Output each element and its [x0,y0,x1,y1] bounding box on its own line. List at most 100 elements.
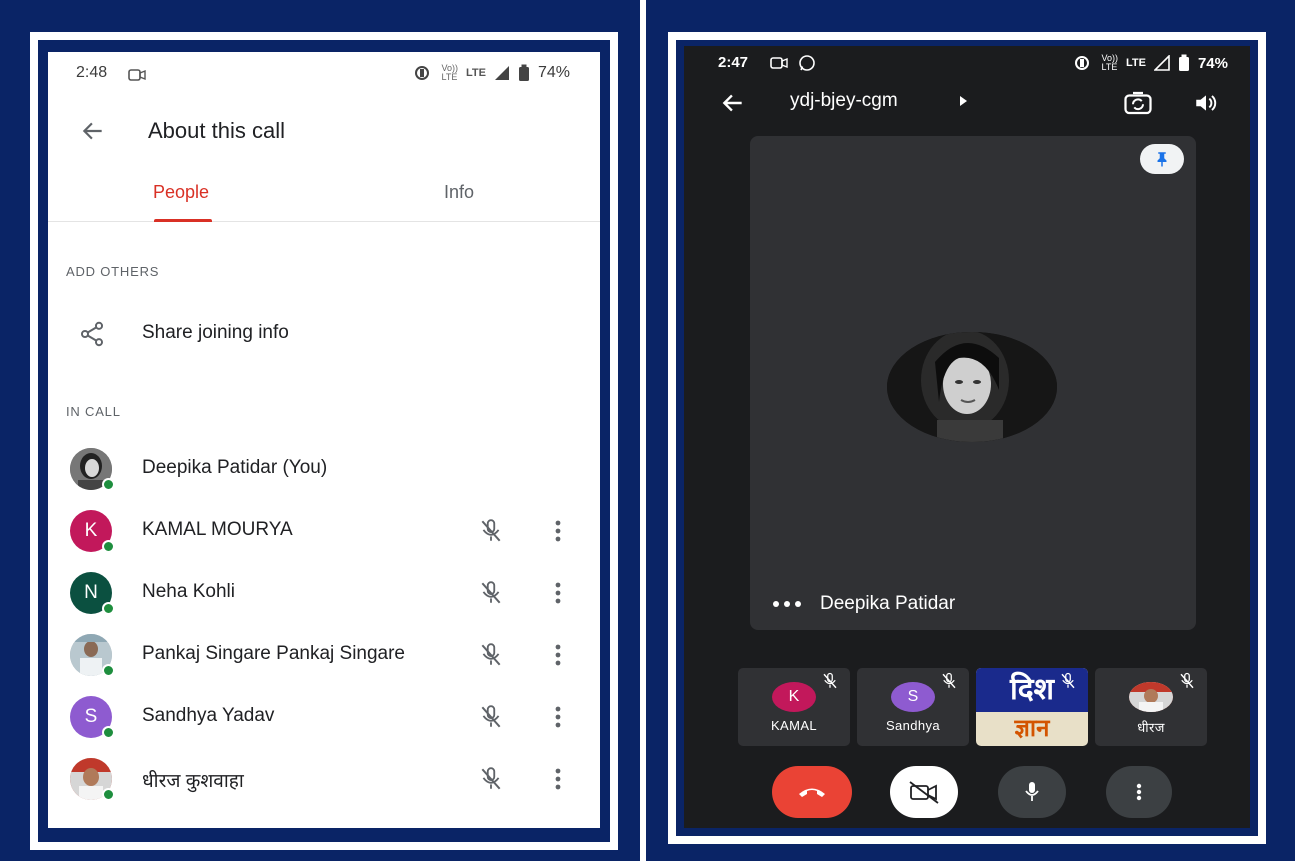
participant-tile-label: Sandhya [885,718,941,733]
add-others-heading: ADD OTHERS [66,264,160,279]
participant-tile[interactable]: S Sandhya [857,668,969,746]
signal-icon [494,66,509,80]
switch-camera-icon[interactable] [1122,88,1154,118]
participant-name: Neha Kohli [142,581,235,602]
avatar-initial: S [84,706,98,727]
more-vert-icon[interactable] [548,766,568,792]
mic-off-icon [481,581,501,604]
mic-off-icon [1180,672,1194,689]
back-arrow-icon[interactable] [80,118,106,144]
status-bar: 2:48 Vo)) LTE LTE 74% [48,52,600,96]
battery-percent: 74% [1197,54,1228,72]
mic-off-icon [481,705,501,728]
online-status-dot [102,478,115,491]
main-tile-name: Deepika Patidar [820,593,956,614]
participant-tile[interactable]: दिश ज्ञान [976,668,1088,746]
camera-off-icon [909,781,939,804]
volte-indicator: Vo)) LTE [441,63,458,82]
vibrate-icon [415,66,430,80]
share-joining-info-row[interactable]: Share joining info [48,314,600,358]
mic-off-icon [823,672,837,689]
participant-tile[interactable]: धीरज [1095,668,1207,746]
about-call-screen: 2:48 Vo)) LTE LTE 74% About this call Pe… [48,52,600,828]
online-status-dot [102,540,115,553]
battery-icon [518,64,529,81]
end-call-icon [799,788,825,797]
more-vert-icon[interactable] [548,704,568,730]
participant-name: Sandhya Yadav [142,705,275,726]
active-tab-indicator [154,219,212,222]
status-time: 2:47 [718,54,749,71]
more-vert-icon[interactable] [548,518,568,544]
screen-record-icon [770,57,788,69]
tab-info[interactable]: Info [444,182,474,203]
online-status-dot [102,602,115,615]
mic-off-icon [481,767,501,790]
end-call-button[interactable] [772,766,852,818]
tile-options-icon[interactable] [772,600,802,608]
avatar-initial: K [788,688,800,705]
participant-photo [887,332,1057,442]
participant-row[interactable]: Deepika Patidar (You) [48,444,600,494]
participant-row[interactable]: धीरज कुशवाहा [48,754,600,804]
participant-row[interactable]: Pankaj Singare Pankaj Singare [48,630,600,680]
panel-divider [640,0,646,861]
battery-icon [1178,54,1189,71]
avatar-initial: N [84,582,98,603]
participant-tile[interactable]: K KAMAL [738,668,850,746]
participant-tile-label: KAMAL [770,718,818,733]
camera-toggle-button[interactable] [890,766,958,818]
lte-indicator: LTE [1126,57,1146,69]
signal-icon [1153,55,1170,71]
tab-people[interactable]: People [153,182,209,203]
meeting-code[interactable]: ydj-bjey-cgm [790,90,898,112]
back-arrow-icon[interactable] [720,90,746,116]
more-vert-icon [1136,783,1142,801]
battery-percent: 74% [537,64,570,81]
avatar: K [772,682,816,712]
participant-name: KAMAL MOURYA [142,519,293,540]
whatsapp-icon [799,55,815,71]
meeting-top-bar: ydj-bjey-cgm [684,84,1250,124]
volte-indicator: Vo)) LTE [1101,53,1118,72]
status-bar: 2:47 Vo)) LTE LTE 74% [684,46,1250,82]
speaker-icon[interactable] [1192,90,1220,116]
mic-off-icon [942,672,956,689]
pin-button[interactable] [1140,144,1184,174]
more-vert-icon[interactable] [548,642,568,668]
mic-off-icon [481,643,501,666]
in-call-heading: IN CALL [66,404,121,419]
more-vert-icon[interactable] [548,580,568,606]
tab-bar: People Info [48,170,600,222]
mic-off-icon [481,519,501,542]
share-icon [80,321,104,347]
microphone-icon [1025,782,1039,801]
page-title: About this call [148,118,285,143]
avatar-initial: K [84,520,98,541]
avatar-initial: S [907,688,919,705]
online-status-dot [102,726,115,739]
participant-name: Deepika Patidar (You) [142,457,328,478]
microphone-button[interactable] [998,766,1066,818]
mic-off-icon [1061,672,1075,689]
participant-name: Pankaj Singare Pankaj Singare [142,643,406,664]
avatar [1129,682,1173,712]
participant-row[interactable]: K KAMAL MOURYA [48,506,600,556]
online-status-dot [102,788,115,801]
lte-indicator: LTE [466,67,486,79]
online-status-dot [102,664,115,677]
meeting-details-caret-icon[interactable] [960,96,967,106]
participant-row[interactable]: N Neha Kohli [48,568,600,618]
share-joining-info-label: Share joining info [142,322,289,343]
participant-row[interactable]: S Sandhya Yadav [48,692,600,742]
pin-icon [1157,152,1167,167]
main-video-tile[interactable]: Deepika Patidar [750,136,1196,630]
status-time: 2:48 [76,64,108,81]
participant-name: धीरज कुशवाहा [142,771,244,792]
banner-bottom-text: ज्ञान [1014,715,1050,742]
vibrate-icon [1075,56,1090,70]
participant-tile-label: धीरज [1137,720,1165,735]
app-bar: About this call [48,108,600,158]
screen-record-icon [128,69,146,81]
more-options-button[interactable] [1106,766,1172,818]
